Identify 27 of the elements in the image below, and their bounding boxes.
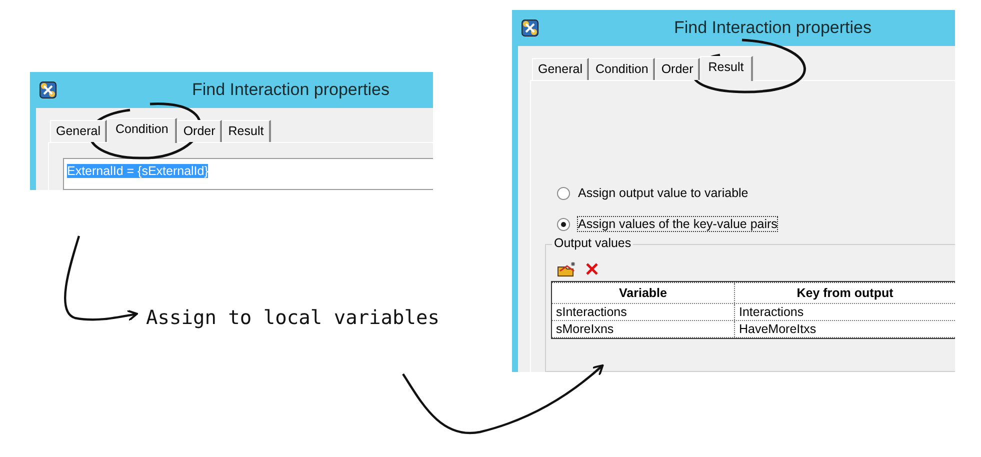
app-icon xyxy=(520,18,540,38)
tab[interactable]: Condition xyxy=(589,58,656,80)
radio-button[interactable] xyxy=(557,186,570,200)
add-row-icon[interactable] xyxy=(557,261,577,277)
condition-text: ExternalId = {sExternalId} xyxy=(67,164,208,178)
tab[interactable]: Result xyxy=(222,120,271,142)
column-header[interactable]: Key from output xyxy=(734,283,955,303)
tab[interactable]: Order xyxy=(177,120,222,142)
tab[interactable]: Result xyxy=(700,56,753,81)
radio-button[interactable] xyxy=(557,218,570,230)
tab[interactable]: General xyxy=(532,58,590,80)
tab[interactable]: Condition xyxy=(107,118,178,143)
group-title: Output values xyxy=(552,236,634,250)
app-icon xyxy=(38,80,58,100)
tab[interactable]: General xyxy=(50,120,108,142)
table-cell: Interactions xyxy=(734,304,955,320)
table-cell-text: sMoreIxns xyxy=(555,321,615,337)
option-label[interactable]: Assign output value to variable xyxy=(578,186,748,200)
table-cell-text: sInteractions xyxy=(555,304,628,320)
tab[interactable]: Order xyxy=(655,58,700,80)
annotation-text: Assign to local variables xyxy=(146,306,440,329)
column-header[interactable]: Variable xyxy=(552,283,734,303)
table-cell: HaveMoreItxs xyxy=(734,321,955,337)
delete-icon[interactable] xyxy=(585,262,599,276)
window-title: Find Interaction properties xyxy=(192,80,390,100)
option-label[interactable]: Assign values of the key-value pairs xyxy=(578,217,778,231)
window-title: Find Interaction properties xyxy=(674,18,872,38)
